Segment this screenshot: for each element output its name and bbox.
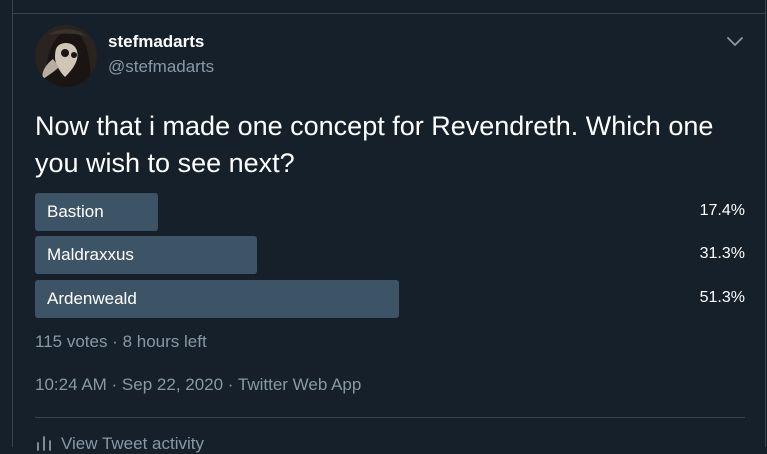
poll-option: Maldraxxus 31.3% xyxy=(35,236,747,274)
author-name[interactable]: stefmadarts xyxy=(108,32,204,52)
poll-option-percent: 31.3% xyxy=(699,245,745,262)
poll-option: Ardenweald 51.3% xyxy=(35,280,747,318)
author-handle[interactable]: @stefmadarts xyxy=(108,57,214,77)
view-tweet-activity-label: View Tweet activity xyxy=(61,434,204,453)
bar-chart-icon xyxy=(37,436,51,451)
tweet-text: Now that i made one concept for Revendre… xyxy=(35,111,714,178)
tweet-timestamp[interactable]: 10:24 AM · Sep 22, 2020 · Twitter Web Ap… xyxy=(35,375,361,395)
divider xyxy=(35,417,745,418)
frame-border-left xyxy=(12,0,13,447)
frame-border-top xyxy=(12,13,766,14)
poll-option-percent: 51.3% xyxy=(699,289,745,306)
more-options-button[interactable] xyxy=(724,30,746,52)
plague-doctor-avatar-icon xyxy=(35,25,97,87)
poll-option-percent: 17.4% xyxy=(699,202,745,219)
frame-border-right xyxy=(765,0,766,447)
poll-option-label: Ardenweald xyxy=(47,289,137,308)
chevron-down-icon xyxy=(727,37,743,46)
avatar[interactable] xyxy=(35,25,97,87)
poll-option-label: Bastion xyxy=(47,202,104,221)
poll-meta: 115 votes · 8 hours left xyxy=(35,332,207,351)
poll-option: Bastion 17.4% xyxy=(35,193,747,231)
view-tweet-activity-link[interactable]: View Tweet activity xyxy=(35,434,204,454)
poll-option-label: Maldraxxus xyxy=(47,245,134,264)
